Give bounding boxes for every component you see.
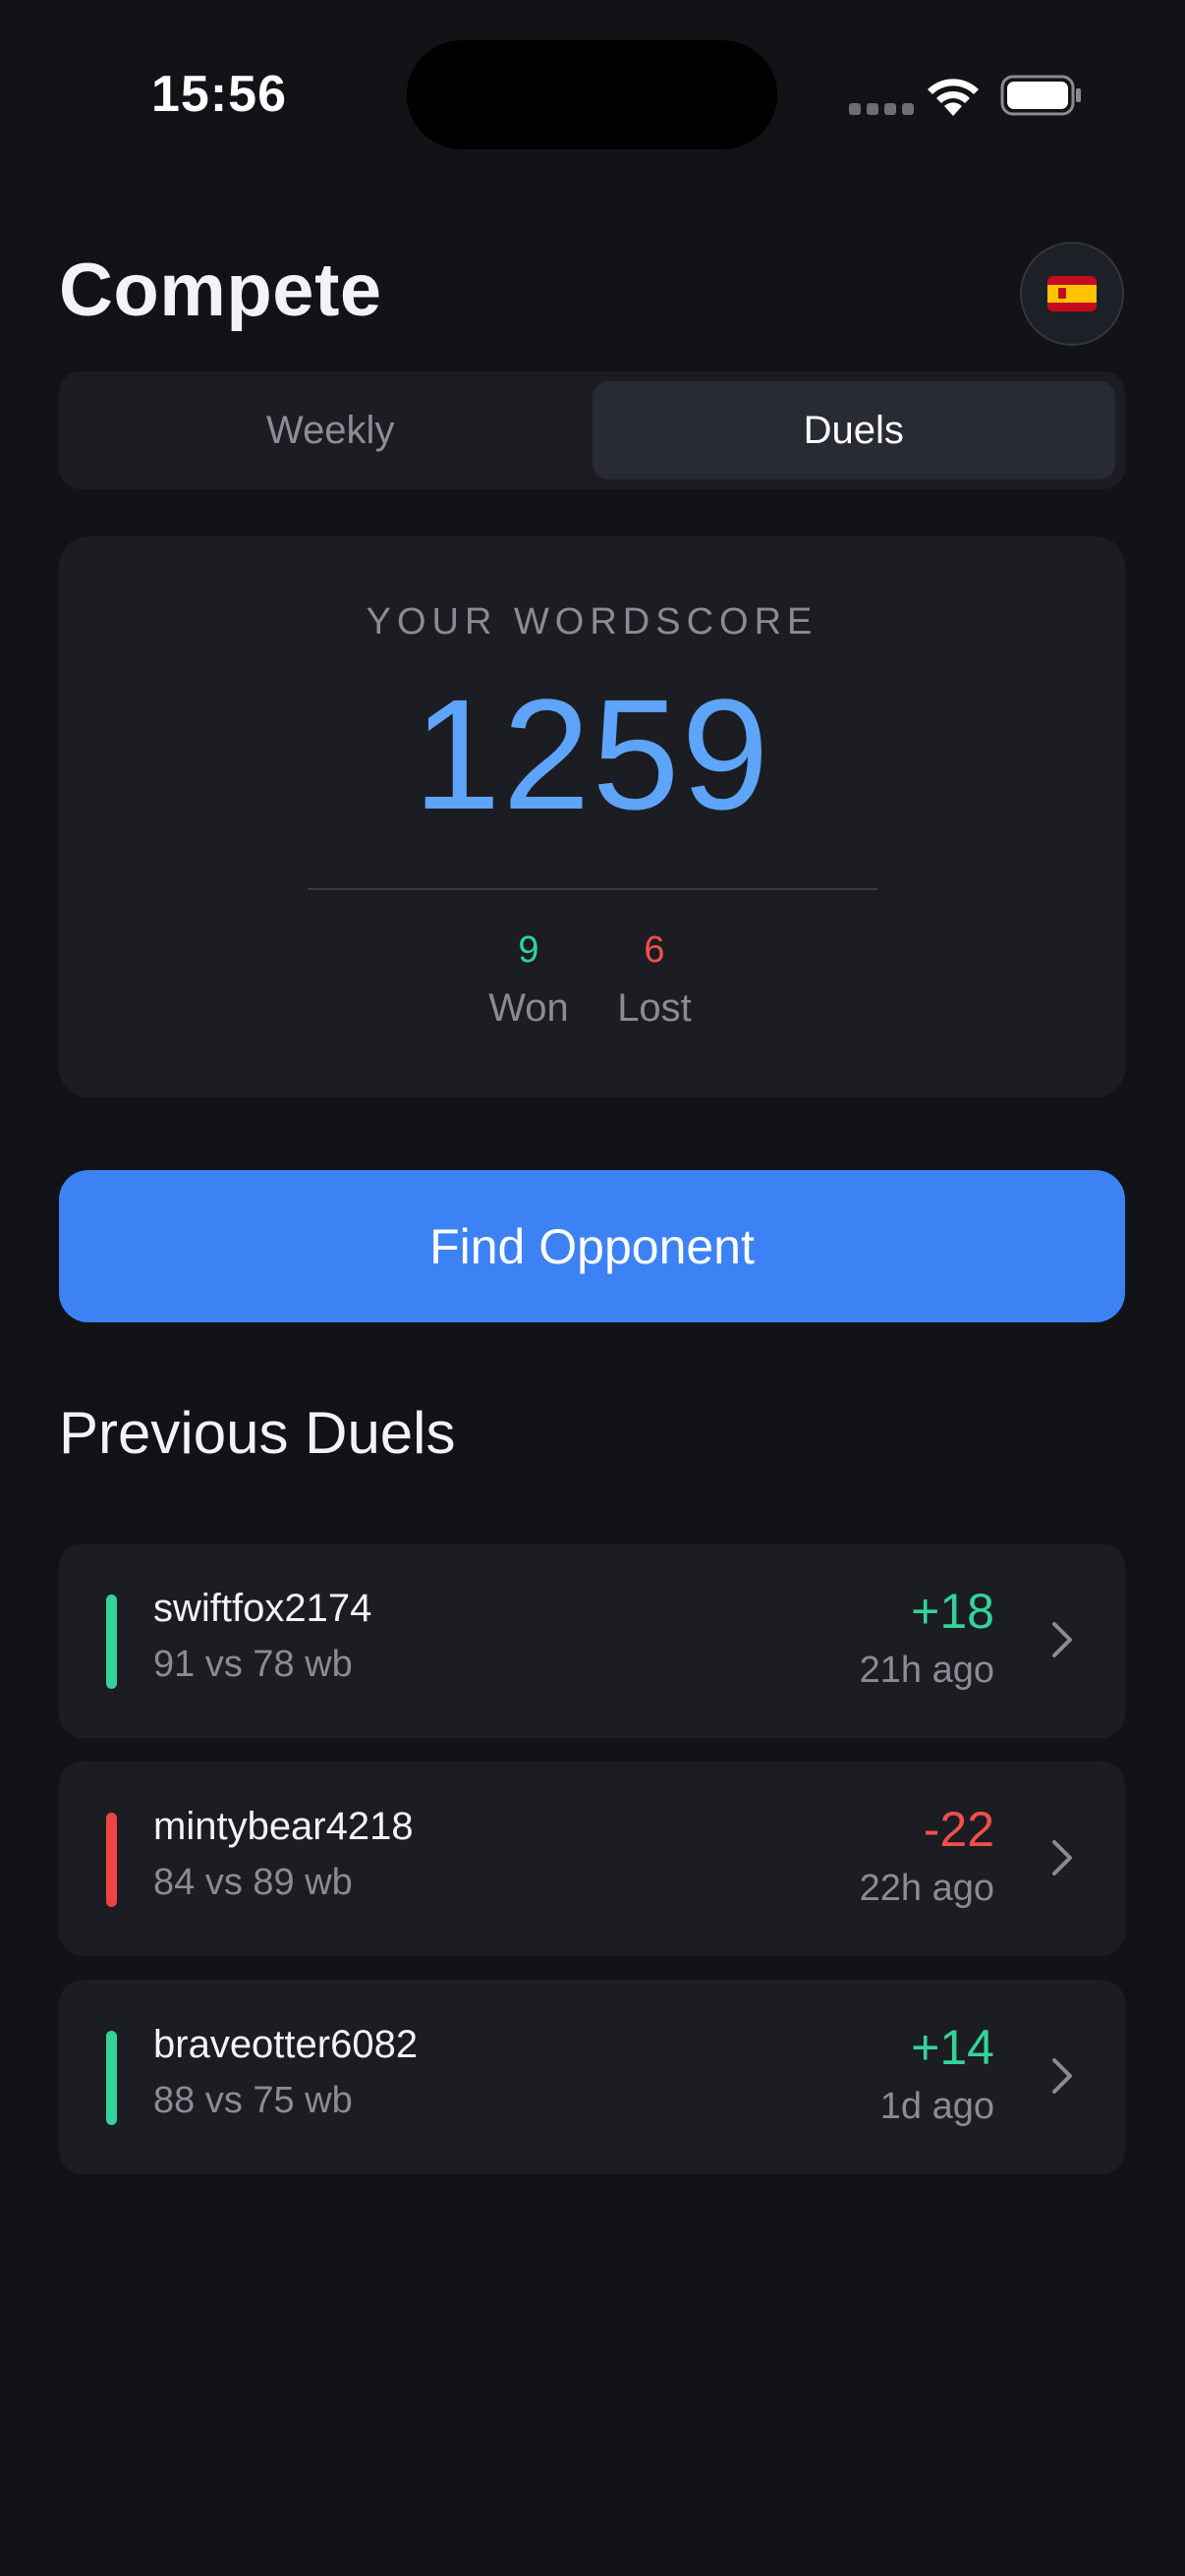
duel-row[interactable]: mintybear4218 84 vs 89 wb -22 22h ago <box>59 1762 1125 1956</box>
tab-duels[interactable]: Duels <box>592 381 1115 479</box>
duel-row[interactable]: braveotter6082 88 vs 75 wb +14 1d ago <box>59 1980 1125 2174</box>
wordscore-label: YOUR WORDSCORE <box>366 601 818 643</box>
lost-label: Lost <box>617 986 692 1030</box>
opponent-name: braveotter6082 <box>153 2023 419 2066</box>
wordscore-value: 1259 <box>413 666 771 842</box>
status-time: 15:56 <box>151 66 287 123</box>
duel-score: 91 vs 78 wb <box>153 1644 353 1685</box>
duel-score: 84 vs 89 wb <box>153 1862 353 1903</box>
duel-row[interactable]: swiftfox2174 91 vs 78 wb +18 21h ago <box>59 1543 1125 1738</box>
page-title: Compete <box>59 249 382 332</box>
duel-time: 1d ago <box>879 2086 994 2127</box>
battery-icon <box>1000 75 1081 116</box>
status-bar: 15:56 <box>0 0 1185 196</box>
rating-change: -22 <box>923 1802 994 1857</box>
signal-icon <box>849 103 914 115</box>
win-indicator <box>106 1595 117 1689</box>
opponent-name: mintybear4218 <box>153 1805 414 1848</box>
won-label: Won <box>488 986 569 1030</box>
rating-change: +18 <box>911 1584 994 1639</box>
loss-indicator <box>106 1813 117 1907</box>
divider <box>308 888 877 890</box>
chevron-right-icon <box>1052 1840 1072 1876</box>
won-count: 9 <box>518 929 539 971</box>
previous-duels-title: Previous Duels <box>59 1400 456 1466</box>
spain-flag-icon <box>1047 276 1097 311</box>
language-button[interactable] <box>1020 242 1124 346</box>
dynamic-island <box>407 40 777 149</box>
chevron-right-icon <box>1052 2058 1072 2094</box>
rating-change: +14 <box>911 2020 994 2075</box>
tab-bar: Weekly Duels <box>59 371 1125 489</box>
opponent-name: swiftfox2174 <box>153 1587 372 1630</box>
duel-time: 22h ago <box>859 1868 994 1909</box>
chevron-right-icon <box>1052 1622 1072 1657</box>
win-indicator <box>106 2031 117 2125</box>
duel-time: 21h ago <box>859 1650 994 1691</box>
lost-count: 6 <box>644 929 665 971</box>
wifi-icon <box>928 79 979 116</box>
wordscore-card: YOUR WORDSCORE 1259 9 6 Won Lost <box>59 536 1125 1097</box>
find-opponent-button[interactable]: Find Opponent <box>59 1170 1125 1322</box>
tab-weekly[interactable]: Weekly <box>69 381 592 479</box>
duel-score: 88 vs 75 wb <box>153 2080 353 2121</box>
